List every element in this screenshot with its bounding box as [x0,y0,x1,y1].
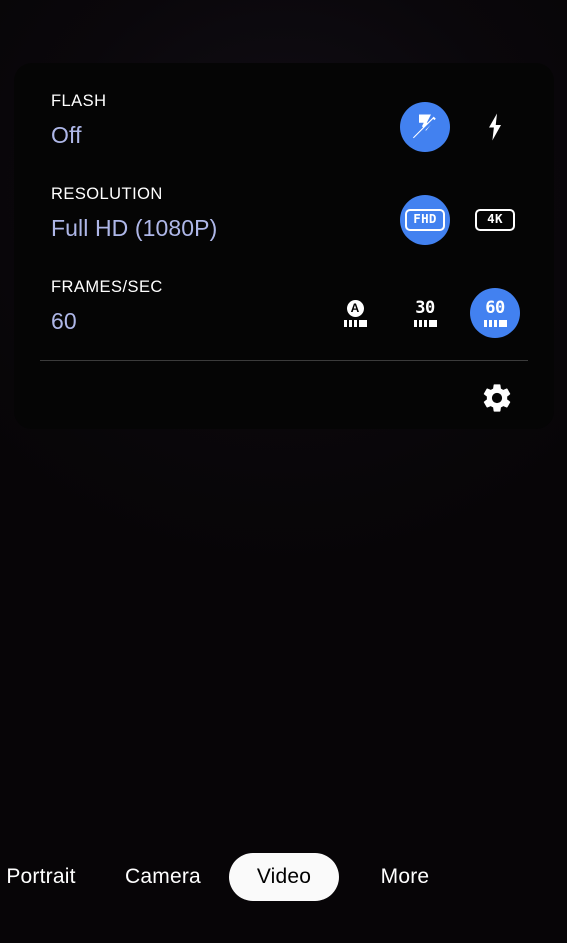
tab-camera-label: Camera [125,865,201,888]
4k-resolution-icon: 4K [475,209,515,231]
tab-more-label: More [380,865,430,888]
fps-60-number: 60 [485,297,505,318]
film-strip-bars [483,319,507,327]
4k-badge-label: 4K [475,209,515,231]
flash-off-icon [410,112,440,142]
resolution-fhd-option[interactable]: FHD [390,188,460,252]
setting-label-flash: FLASH [51,92,107,110]
setting-row-frames-per-second: FRAMES/SEC 60 A 30 60 [14,277,554,370]
flash-off-option[interactable] [390,95,460,159]
film-strip-bars [413,319,437,327]
fps-30-number: 30 [415,297,435,318]
setting-text-flash: FLASH Off [51,91,106,151]
video-settings-panel: FLASH Off RESOLUTION Full HD (1080P) FHD… [14,63,554,429]
camera-mode-tabs: Portrait Camera Video More [0,853,567,903]
fhd-badge-label: FHD [405,209,445,231]
setting-row-flash: FLASH Off [14,91,554,184]
settings-gear-button[interactable] [480,381,514,415]
fps-60-option[interactable]: 60 [460,281,530,345]
tab-more[interactable]: More [350,853,460,901]
setting-label-frames-per-second: FRAMES/SEC [51,278,163,296]
tab-camera[interactable]: Camera [108,853,218,901]
setting-options-frames-per-second: A 30 60 [320,277,530,349]
panel-divider [40,360,528,361]
camera-app-screen: FLASH Off RESOLUTION Full HD (1080P) FHD… [0,0,567,943]
flash-on-option[interactable] [460,95,530,159]
fps-30-option[interactable]: 30 [390,281,460,345]
tab-portrait-label: Portrait [6,865,76,888]
fps-auto-letter: A [346,299,364,317]
fps-30-icon: 30 [413,297,437,327]
setting-value-flash: Off [51,122,82,148]
setting-value-frames-per-second: 60 [51,308,77,334]
setting-text-frames-per-second: FRAMES/SEC 60 [51,277,163,337]
gear-icon [483,384,511,412]
tab-portrait[interactable]: Portrait [0,853,96,901]
setting-options-resolution: FHD 4K [390,184,530,256]
fps-60-icon: 60 [483,297,507,327]
resolution-4k-option[interactable]: 4K [460,188,530,252]
setting-text-resolution: RESOLUTION Full HD (1080P) [51,184,217,244]
bottom-controls [0,700,567,802]
setting-value-resolution: Full HD (1080P) [51,215,218,241]
fps-auto-option[interactable]: A [320,281,390,345]
fps-auto-icon: A [343,299,367,327]
setting-row-resolution: RESOLUTION Full HD (1080P) FHD 4K [14,184,554,277]
flash-on-icon [482,112,508,142]
setting-label-resolution: RESOLUTION [51,185,163,203]
tab-video-label: Video [256,865,312,888]
fhd-resolution-icon: FHD [405,209,445,231]
tab-video[interactable]: Video [229,853,339,901]
film-strip-bars [343,319,367,327]
setting-options-flash [390,91,530,163]
